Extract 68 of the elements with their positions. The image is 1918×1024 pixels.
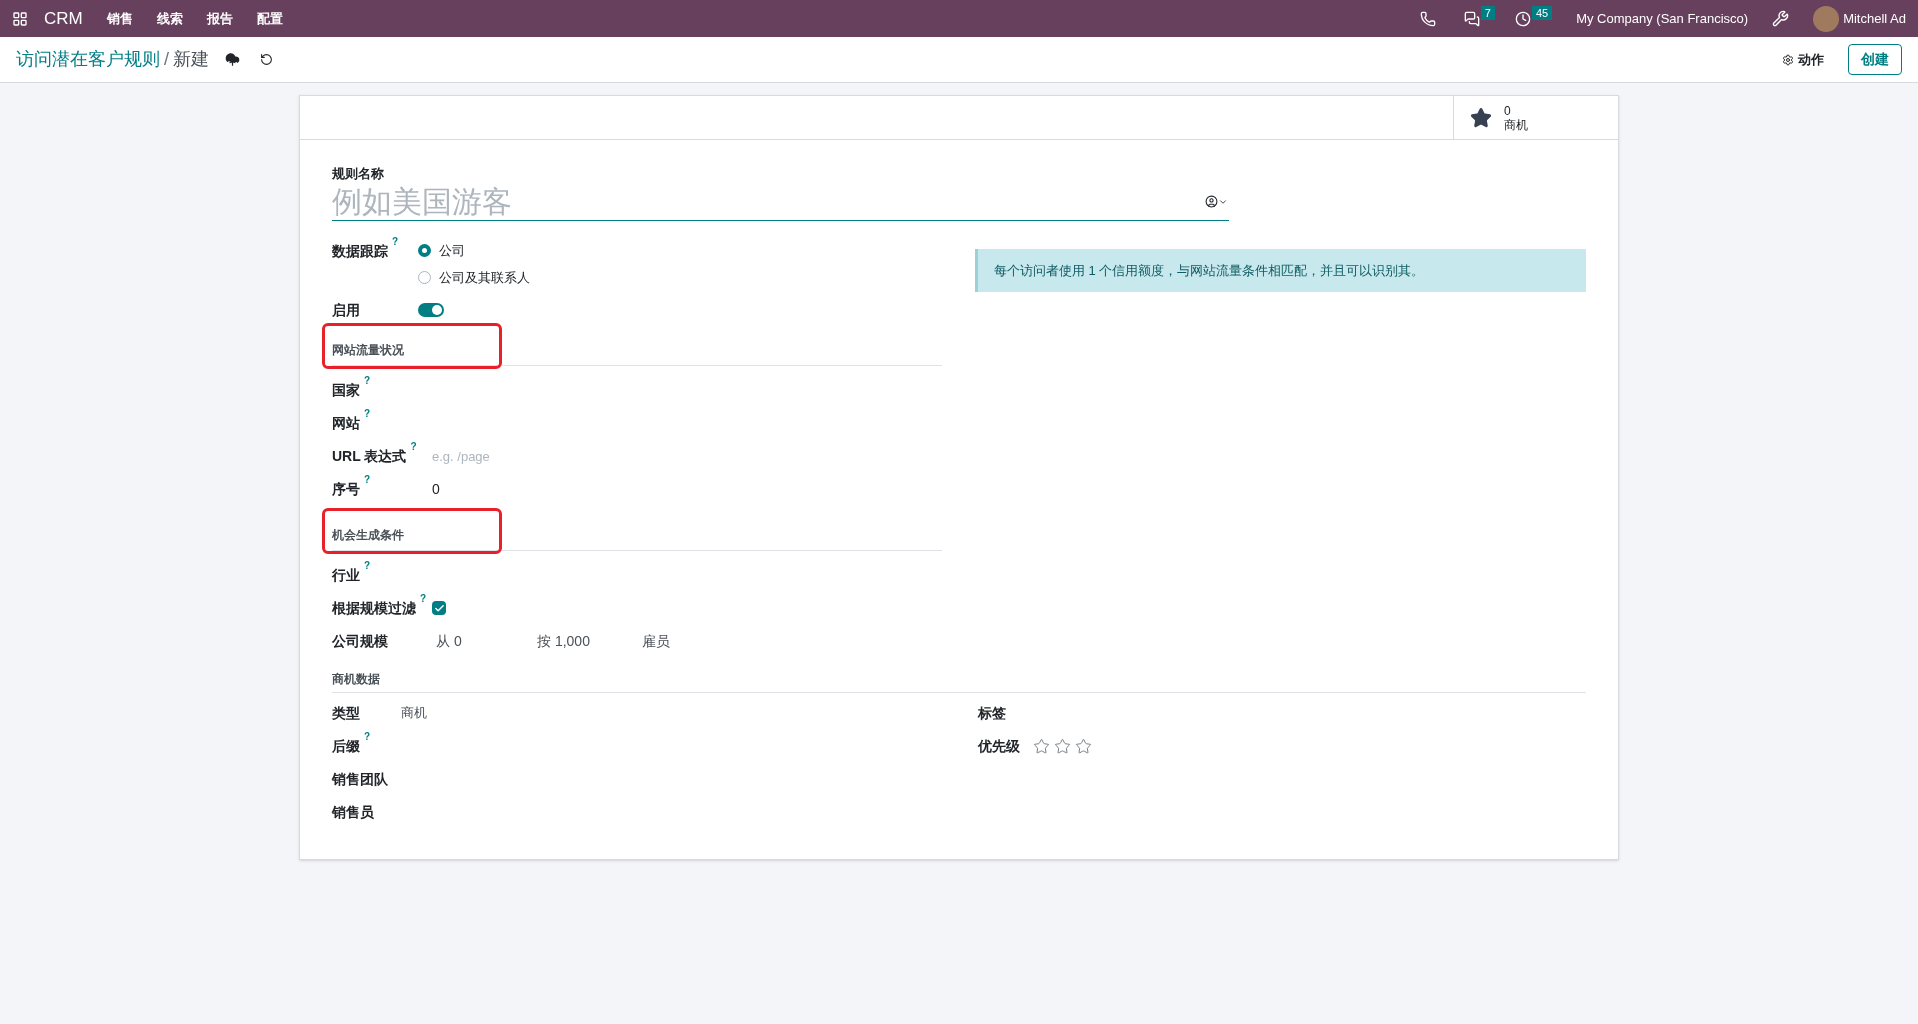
discard-icon[interactable] (260, 53, 273, 66)
save-icon[interactable] (225, 52, 240, 67)
field-label: 网站 (332, 413, 360, 433)
field-label: 销售团队 (332, 769, 388, 789)
section-title: 机会生成条件 (332, 527, 404, 542)
field-label: 序号 (332, 479, 360, 499)
field-label: 后缀 (332, 736, 360, 756)
field-label: 行业 (332, 565, 360, 585)
help-tooltip-mark[interactable]: ? (392, 236, 399, 247)
priority-stars[interactable] (1033, 737, 1092, 755)
gear-icon (1782, 53, 1794, 66)
info-alert: 每个访问者使用 1 个信用额度，与网站流量条件相匹配，并且可以识别其。 (975, 248, 1586, 292)
radio-option[interactable]: 公司及其联系人 (418, 268, 530, 288)
breadcrumb-current: 新建 (173, 48, 209, 71)
unit-label: 雇员 (642, 631, 670, 651)
chat-icon[interactable] (1463, 10, 1480, 27)
app-name[interactable]: CRM (44, 5, 83, 32)
star-icon[interactable] (1033, 737, 1050, 755)
company-switcher[interactable]: My Company (San Francisco) (1576, 8, 1749, 29)
field-label: 数据跟踪 (332, 241, 388, 261)
section-title: 网站流量状况 (332, 342, 404, 357)
field-label: 根据规模过滤 (332, 598, 416, 618)
help-tooltip-mark[interactable]: ? (420, 593, 427, 604)
action-menu-button[interactable]: 动作 (1782, 49, 1824, 70)
star-icon (1470, 106, 1492, 129)
field-label: 启用 (332, 300, 360, 320)
help-tooltip-mark[interactable]: ? (364, 408, 371, 419)
field-value[interactable]: 0 (432, 481, 440, 497)
notification-badge: 45 (1531, 5, 1553, 20)
url-input[interactable]: e.g. /page (432, 447, 632, 467)
breadcrumb-separator: / (164, 48, 169, 71)
user-name[interactable]: Mitchell Ad (1843, 8, 1906, 29)
field-value[interactable]: 商机 (401, 703, 427, 723)
section-title: 商机数据 (332, 671, 380, 686)
field-label: 国家 (332, 380, 360, 400)
field-label: 公司规模 (332, 631, 388, 651)
help-tooltip-mark[interactable]: ? (364, 560, 371, 571)
radio-option[interactable]: 公司 (418, 240, 530, 260)
breadcrumb-link[interactable]: 访问潜在客户规则 (16, 46, 160, 73)
clock-icon[interactable] (1514, 10, 1531, 27)
menu-item[interactable]: 报告 (206, 8, 233, 29)
debug-tools-icon[interactable] (1772, 10, 1790, 27)
field-label: 标签 (978, 703, 1006, 723)
field-label: URL 表达式 (332, 446, 407, 466)
smart-button[interactable]: 0 商机 (1453, 96, 1618, 139)
menu-item[interactable]: 销售 (106, 8, 133, 29)
help-tooltip-mark[interactable]: ? (364, 474, 371, 485)
checkbox[interactable] (432, 601, 446, 615)
user-icon[interactable] (1205, 195, 1228, 209)
star-icon[interactable] (1054, 737, 1071, 755)
field-label: 销售员 (332, 802, 374, 822)
field-label: 优先级 (978, 736, 1020, 756)
menu-item[interactable]: 线索 (156, 8, 183, 29)
create-button[interactable]: 创建 (1848, 44, 1902, 75)
rule-name-field[interactable]: 例如美国游客 (332, 183, 1229, 221)
size-from-field[interactable]: 从 0 (432, 630, 537, 652)
field-label: 类型 (332, 703, 360, 723)
toggle-switch[interactable] (418, 303, 444, 317)
size-to-field[interactable]: 按 1,000 (537, 630, 642, 652)
help-tooltip-mark[interactable]: ? (410, 441, 417, 452)
help-tooltip-mark[interactable]: ? (364, 731, 371, 742)
phone-icon[interactable] (1419, 10, 1436, 27)
help-tooltip-mark[interactable]: ? (364, 375, 371, 386)
star-icon[interactable] (1075, 737, 1092, 755)
apps-menu-icon[interactable] (12, 10, 28, 27)
field-label: 规则名称 (332, 165, 385, 183)
notification-badge: 7 (1480, 5, 1495, 20)
menu-item[interactable]: 配置 (256, 8, 283, 29)
